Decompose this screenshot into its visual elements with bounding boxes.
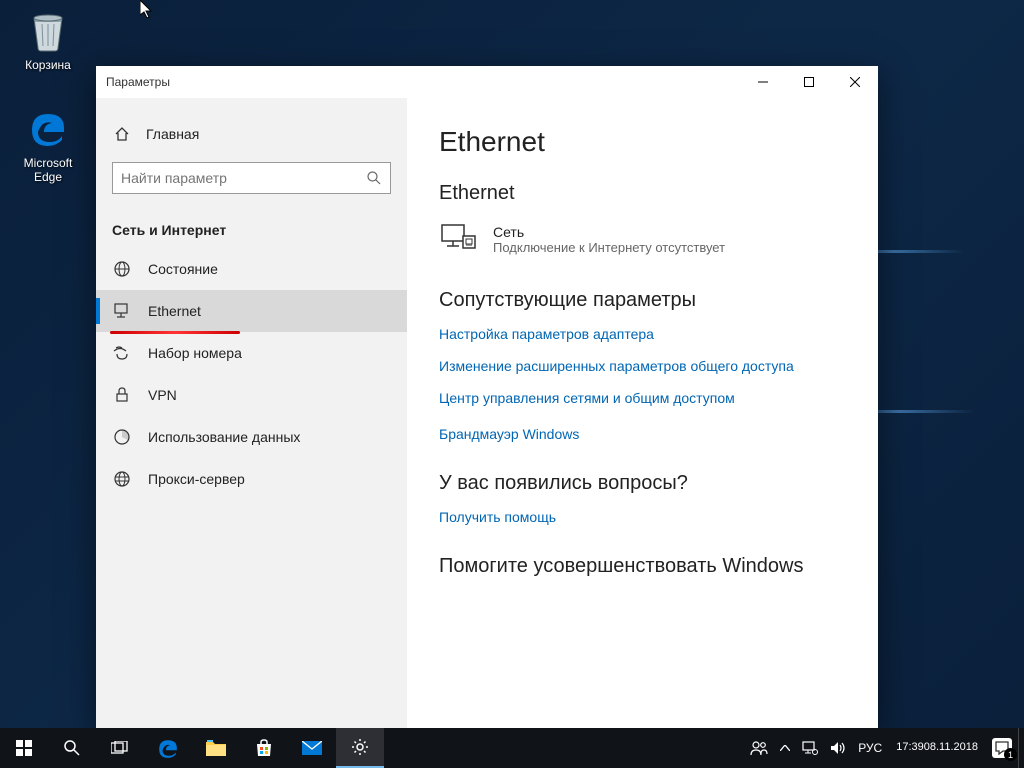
taskbar-app-edge[interactable]	[144, 728, 192, 768]
sidebar-item-status[interactable]: Состояние	[96, 248, 407, 290]
tray-notifications[interactable]	[986, 728, 1018, 768]
desktop-icon-label: Microsoft Edge	[10, 156, 86, 184]
sidebar-item-label: Ethernet	[148, 303, 201, 319]
search-icon	[366, 170, 382, 186]
taskbar-app-store[interactable]	[240, 728, 288, 768]
search-input[interactable]	[112, 162, 391, 194]
page-title: Ethernet	[439, 126, 846, 158]
task-view-button[interactable]	[96, 728, 144, 768]
sidebar-item-label: Использование данных	[148, 429, 300, 445]
link-get-help[interactable]: Получить помощь	[439, 509, 846, 525]
network-status: Подключение к Интернету отсутствует	[493, 240, 725, 255]
clock-date: 08.11.2018	[924, 741, 978, 754]
tray-language[interactable]: РУС	[852, 728, 888, 768]
settings-window: Параметры Главная Сеть и Интернет Состоя…	[96, 66, 878, 728]
recycle-bin-icon	[24, 6, 72, 54]
tray-people[interactable]	[744, 728, 774, 768]
home-icon	[112, 126, 132, 142]
sidebar-item-ethernet[interactable]: Ethernet	[96, 290, 407, 332]
section-heading: Сопутствующие параметры	[439, 289, 846, 312]
tray-network-icon[interactable]	[796, 728, 824, 768]
sidebar: Главная Сеть и Интернет Состояние Ethern…	[96, 98, 407, 728]
system-tray: РУС 17:39 08.11.2018	[744, 728, 1024, 768]
sidebar-item-label: Набор номера	[148, 345, 242, 361]
sidebar-item-label: VPN	[148, 387, 177, 403]
home-label: Главная	[146, 126, 199, 142]
section-heading: Ethernet	[439, 182, 846, 205]
sidebar-item-data-usage[interactable]: Использование данных	[96, 416, 407, 458]
sidebar-item-dialup[interactable]: Набор номера	[96, 332, 407, 374]
sidebar-item-vpn[interactable]: VPN	[96, 374, 407, 416]
status-icon	[112, 260, 132, 278]
tray-expand-icon[interactable]	[774, 728, 796, 768]
taskbar-app-settings[interactable]	[336, 728, 384, 768]
taskbar-search[interactable]	[48, 728, 96, 768]
minimize-button[interactable]	[740, 66, 786, 98]
sidebar-item-proxy[interactable]: Прокси-сервер	[96, 458, 407, 500]
maximize-button[interactable]	[786, 66, 832, 98]
close-button[interactable]	[832, 66, 878, 98]
link-advanced-sharing[interactable]: Изменение расширенных параметров общего …	[439, 358, 846, 374]
desktop-icon-edge[interactable]: Microsoft Edge	[10, 104, 86, 184]
ethernet-icon	[112, 302, 132, 320]
link-firewall[interactable]: Брандмауэр Windows	[439, 426, 846, 442]
show-desktop-button[interactable]	[1018, 728, 1024, 768]
desktop-icon-label: Корзина	[10, 58, 86, 72]
dialup-icon	[112, 344, 132, 362]
desktop-icon-recycle-bin[interactable]: Корзина	[10, 6, 86, 72]
vpn-icon	[112, 386, 132, 404]
cursor-icon	[140, 0, 156, 20]
link-network-center[interactable]: Центр управления сетями и общим доступом	[439, 390, 846, 406]
network-icon	[439, 219, 479, 259]
network-name: Сеть	[493, 224, 725, 240]
edge-icon	[24, 104, 72, 152]
sidebar-item-label: Состояние	[148, 261, 218, 277]
data-usage-icon	[112, 428, 132, 446]
clock-time: 17:39	[896, 741, 924, 754]
content-pane: Ethernet Ethernet Сеть Подключение к Инт…	[407, 98, 878, 728]
tray-clock[interactable]: 17:39 08.11.2018	[888, 728, 986, 768]
start-button[interactable]	[0, 728, 48, 768]
tray-volume-icon[interactable]	[824, 728, 852, 768]
taskbar-app-mail[interactable]	[288, 728, 336, 768]
network-item[interactable]: Сеть Подключение к Интернету отсутствует	[439, 219, 846, 259]
section-heading: Помогите усовершенствовать Windows	[439, 555, 846, 578]
sidebar-item-label: Прокси-сервер	[148, 471, 245, 487]
window-title: Параметры	[106, 75, 170, 89]
notification-icon	[992, 738, 1012, 758]
proxy-icon	[112, 470, 132, 488]
home-button[interactable]: Главная	[96, 118, 407, 150]
section-heading: У вас появились вопросы?	[439, 472, 846, 495]
category-title: Сеть и Интернет	[96, 214, 407, 248]
link-adapter-settings[interactable]: Настройка параметров адаптера	[439, 326, 846, 342]
taskbar: РУС 17:39 08.11.2018	[0, 728, 1024, 768]
taskbar-app-explorer[interactable]	[192, 728, 240, 768]
titlebar[interactable]: Параметры	[96, 66, 878, 98]
search-field[interactable]	[121, 170, 366, 186]
